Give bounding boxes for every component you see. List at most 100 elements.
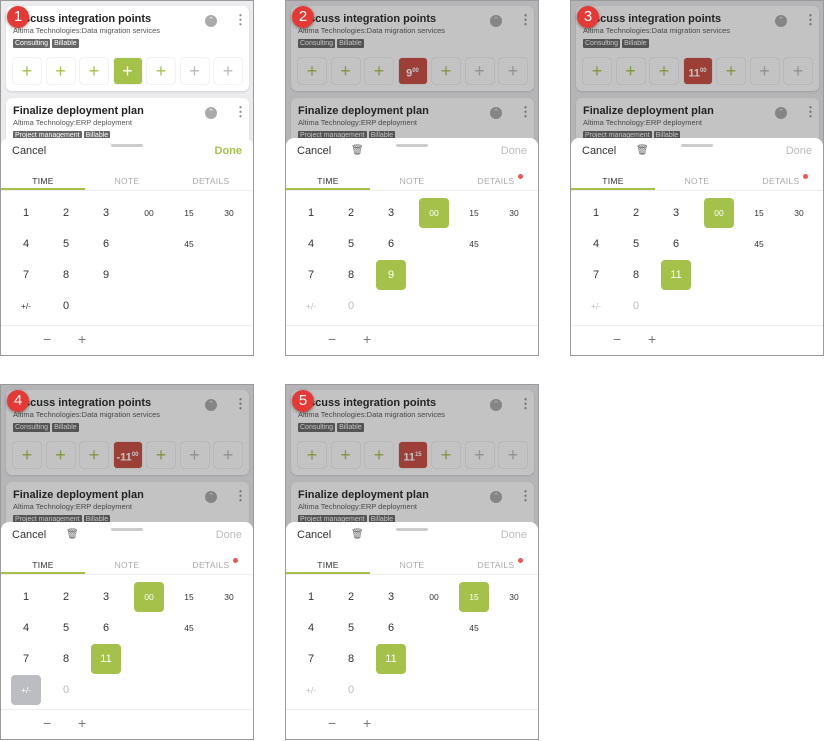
kebab-icon[interactable]: ⋮ bbox=[234, 105, 247, 118]
tab-time[interactable]: TIME bbox=[286, 176, 370, 186]
minute-key[interactable]: 00 bbox=[134, 582, 164, 612]
hour-key[interactable]: 8 bbox=[51, 644, 81, 674]
tab-time[interactable]: TIME bbox=[1, 176, 85, 186]
increment-button[interactable]: + bbox=[363, 715, 371, 731]
hour-key[interactable]: 2 bbox=[336, 198, 366, 228]
hour-key[interactable]: 1 bbox=[296, 582, 326, 612]
tab-details[interactable]: DETAILS bbox=[739, 176, 823, 186]
task-card[interactable]: Discuss integration points Altima Technol… bbox=[6, 6, 249, 91]
hour-key[interactable]: 8 bbox=[336, 260, 366, 290]
hour-key[interactable]: 6 bbox=[91, 613, 121, 643]
minute-key[interactable]: 00 bbox=[704, 198, 734, 228]
tab-note[interactable]: NOTE bbox=[85, 560, 169, 570]
tab-note[interactable]: NOTE bbox=[655, 176, 739, 186]
minute-key[interactable]: 30 bbox=[499, 582, 529, 612]
hour-key[interactable]: 5 bbox=[51, 229, 81, 259]
tab-time[interactable]: TIME bbox=[1, 560, 85, 570]
minute-key[interactable]: 30 bbox=[784, 198, 814, 228]
hour-key[interactable]: 3 bbox=[91, 198, 121, 228]
minute-key[interactable]: 00 bbox=[419, 582, 449, 612]
day-hours-button[interactable]: + bbox=[80, 58, 108, 84]
minute-key[interactable]: 45 bbox=[459, 613, 489, 643]
drag-handle[interactable] bbox=[111, 528, 143, 531]
decrement-button[interactable]: − bbox=[43, 331, 51, 347]
hour-key[interactable]: 5 bbox=[51, 613, 81, 643]
tab-note[interactable]: NOTE bbox=[370, 560, 454, 570]
hour-key[interactable]: 6 bbox=[376, 613, 406, 643]
done-button[interactable]: Done bbox=[501, 529, 527, 541]
hour-key[interactable]: 0 bbox=[336, 675, 366, 705]
decrement-button[interactable]: − bbox=[43, 715, 51, 731]
hour-key[interactable]: +/- bbox=[11, 675, 41, 705]
hour-key[interactable]: 0 bbox=[621, 291, 651, 321]
hour-key[interactable]: 4 bbox=[296, 229, 326, 259]
hour-key[interactable]: 4 bbox=[11, 613, 41, 643]
hour-key[interactable]: 5 bbox=[621, 229, 651, 259]
day-hours-button[interactable]: + bbox=[214, 58, 242, 84]
done-button[interactable]: Done bbox=[786, 145, 812, 157]
drag-handle[interactable] bbox=[396, 144, 428, 147]
selected-hours[interactable]: 11 bbox=[661, 260, 691, 290]
hour-key[interactable]: 4 bbox=[296, 613, 326, 643]
hour-key[interactable]: +/- bbox=[581, 291, 611, 321]
hour-key[interactable]: 2 bbox=[336, 582, 366, 612]
hour-key[interactable]: 3 bbox=[91, 582, 121, 612]
hour-key[interactable]: 9 bbox=[91, 260, 121, 290]
hour-key[interactable]: 3 bbox=[376, 198, 406, 228]
tab-note[interactable]: NOTE bbox=[370, 176, 454, 186]
cancel-button[interactable]: Cancel bbox=[582, 145, 616, 157]
selected-hours[interactable]: 11 bbox=[376, 644, 406, 674]
minute-key[interactable]: 45 bbox=[744, 229, 774, 259]
decrement-button[interactable]: − bbox=[328, 715, 336, 731]
chevron-up-icon[interactable]: ⌃ bbox=[205, 107, 217, 119]
done-button[interactable]: Done bbox=[216, 529, 242, 541]
tab-details[interactable]: DETAILS bbox=[454, 560, 538, 570]
trash-icon[interactable]: 🗑 bbox=[636, 145, 649, 156]
hour-key[interactable]: 0 bbox=[51, 291, 81, 321]
hour-key[interactable]: 8 bbox=[51, 260, 81, 290]
trash-icon[interactable]: 🗑 bbox=[351, 529, 364, 540]
drag-handle[interactable] bbox=[396, 528, 428, 531]
hour-key[interactable]: 7 bbox=[581, 260, 611, 290]
cancel-button[interactable]: Cancel bbox=[297, 145, 331, 157]
minute-key[interactable]: 30 bbox=[499, 198, 529, 228]
minute-key[interactable]: 15 bbox=[459, 198, 489, 228]
tab-time[interactable]: TIME bbox=[571, 176, 655, 186]
increment-button[interactable]: + bbox=[363, 331, 371, 347]
hour-key[interactable]: +/- bbox=[296, 675, 326, 705]
hour-key[interactable]: 5 bbox=[336, 613, 366, 643]
minute-key[interactable]: 30 bbox=[214, 198, 244, 228]
hour-key[interactable]: 4 bbox=[11, 229, 41, 259]
tab-details[interactable]: DETAILS bbox=[454, 176, 538, 186]
hour-key[interactable]: 1 bbox=[296, 198, 326, 228]
minute-key[interactable]: 15 bbox=[174, 582, 204, 612]
hour-key[interactable]: 3 bbox=[376, 582, 406, 612]
tab-note[interactable]: NOTE bbox=[85, 176, 169, 186]
hour-key[interactable]: 6 bbox=[661, 229, 691, 259]
decrement-button[interactable]: − bbox=[328, 331, 336, 347]
minute-key[interactable]: 30 bbox=[214, 582, 244, 612]
increment-button[interactable]: + bbox=[78, 331, 86, 347]
drag-handle[interactable] bbox=[111, 144, 143, 147]
day-hours-button[interactable]: + bbox=[180, 58, 209, 84]
day-hours-button[interactable]: + bbox=[13, 58, 41, 84]
minute-key[interactable]: 45 bbox=[459, 229, 489, 259]
done-button[interactable]: Done bbox=[501, 145, 527, 157]
hour-key[interactable]: 7 bbox=[296, 644, 326, 674]
cancel-button[interactable]: Cancel bbox=[12, 145, 46, 157]
hour-key[interactable]: 1 bbox=[11, 198, 41, 228]
minute-key[interactable]: 45 bbox=[174, 229, 204, 259]
selected-hours[interactable]: 11 bbox=[91, 644, 121, 674]
hour-key[interactable]: +/- bbox=[11, 291, 41, 321]
hour-key[interactable]: 6 bbox=[91, 229, 121, 259]
hour-key[interactable]: 1 bbox=[11, 582, 41, 612]
hour-key[interactable]: 5 bbox=[336, 229, 366, 259]
hour-key[interactable]: 0 bbox=[51, 675, 81, 705]
day-hours-button[interactable]: + bbox=[46, 58, 75, 84]
tab-details[interactable]: DETAILS bbox=[169, 560, 253, 570]
hour-key[interactable]: +/- bbox=[296, 291, 326, 321]
done-button[interactable]: Done bbox=[215, 145, 243, 157]
hour-key[interactable]: 7 bbox=[296, 260, 326, 290]
minute-key[interactable]: 00 bbox=[419, 198, 449, 228]
hour-key[interactable]: 1 bbox=[581, 198, 611, 228]
